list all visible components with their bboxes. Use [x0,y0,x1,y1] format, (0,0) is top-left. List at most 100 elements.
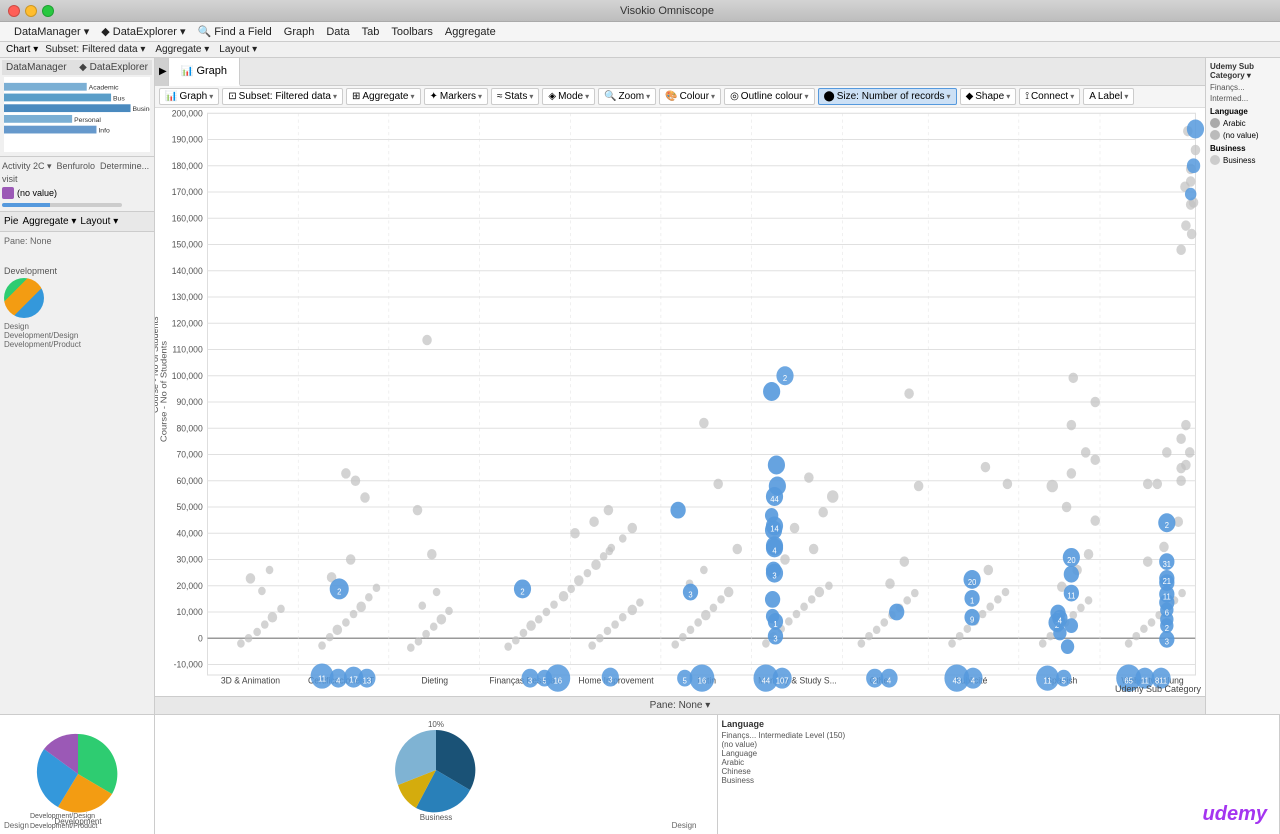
expand-icon[interactable]: ▶ [155,58,169,86]
legend-title: Udemy Sub Category ▾ [1210,62,1276,80]
sidebar-top-section: DataManager ◆ DataExplorer Academic Bus … [0,58,154,157]
legend-sublabel: Finançs... [1210,83,1276,92]
aggregate-btn[interactable]: ⊞ Aggregate ▾ [346,88,421,105]
main-layout: DataManager ◆ DataExplorer Academic Bus … [0,58,1280,714]
right-legend-panel: Udemy Sub Category ▾ Finançs... Intermed… [1205,58,1280,714]
zoom-btn[interactable]: 🔍 Zoom ▾ [598,88,656,105]
maximize-button[interactable] [42,5,54,17]
pane-none-label: Pane: None [650,700,703,711]
subset-filtered[interactable]: Subset: Filtered data ▾ [42,44,148,55]
svg-text:80,000: 80,000 [176,423,202,433]
menu-graph[interactable]: Graph [278,26,321,38]
legend-item-business: Business [1210,155,1276,165]
layout-label-left[interactable]: Layout ▾ [80,216,118,227]
window-controls [8,5,54,17]
bottom-panel-center: 10% Business Design [155,715,718,834]
svg-text:90,000: 90,000 [176,397,202,407]
svg-text:Personal: Personal [74,117,101,124]
bottom-panels: Development Design Development/Design De… [0,714,1280,834]
pie-label[interactable]: Pie [4,216,18,227]
svg-text:Bus: Bus [113,95,125,102]
svg-text:30,000: 30,000 [176,554,202,564]
svg-text:3D & Animation: 3D & Animation [221,675,280,685]
mode-btn[interactable]: ◈ Mode ▾ [542,88,595,105]
x-axis-title: Udemy Sub Category [1111,682,1205,696]
tab-graph[interactable]: 📊 Graph [169,58,240,86]
aggregate-label[interactable]: Aggregate ▾ [22,216,76,227]
menu-datamanager[interactable]: DataManager ▾ [8,25,95,38]
chart-area: ▶ 📊 Graph 📊 Graph ▾ ⊡ Subset: Filtered d… [155,58,1205,714]
svg-text:120,000: 120,000 [172,318,203,328]
close-button[interactable] [8,5,20,17]
svg-text:40,000: 40,000 [176,528,202,538]
menu-find-field[interactable]: 🔍 Find a Field [192,25,278,38]
udemy-logo: udemy [1203,803,1267,826]
bottom-panel-left: Development Design Development/Design De… [0,715,155,834]
chart-label: Chart ▾ [6,44,38,55]
svg-text:Business: Business [420,813,452,822]
color-swatch-purple [2,187,14,199]
svg-text:-10,000: -10,000 [174,659,203,669]
label-btn[interactable]: A Label ▾ [1083,88,1134,105]
subset-bar: Chart ▾ Subset: Filtered data ▾ Aggregat… [0,42,1280,58]
svg-text:0: 0 [198,633,203,643]
filter-slider[interactable] [2,203,122,207]
subset-btn[interactable]: ⊡ Subset: Filtered data ▾ [222,88,343,105]
aggregate-btn[interactable]: Aggregate ▾ [152,44,212,55]
svg-text:10%: 10% [428,720,444,729]
left-sidebar: DataManager ◆ DataExplorer Academic Bus … [0,58,155,714]
sidebar-header: DataManager ◆ DataExplorer [2,60,152,75]
svg-text:160,000: 160,000 [172,213,203,223]
legend-item-arabic: Arabic [1210,118,1276,128]
markers-btn[interactable]: ✦ Markers ▾ [424,88,489,105]
left-panel-bottom: Pane: None Development Design Developmen… [0,232,154,714]
svg-text:100,000: 100,000 [172,371,203,381]
bottom-panel-right: Language Finançs... Intermediate Level (… [718,715,1280,834]
svg-text:60,000: 60,000 [176,476,202,486]
chart-toolbar: 📊 Graph ▾ ⊡ Subset: Filtered data ▾ ⊞ Ag… [155,86,1205,108]
svg-text:170,000: 170,000 [172,187,203,197]
svg-text:70,000: 70,000 [176,449,202,459]
window-title: Visokio Omniscope [62,5,1272,17]
svg-text:50,000: 50,000 [176,502,202,512]
minimize-button[interactable] [25,5,37,17]
tab-graph-label: Graph [196,65,227,77]
sidebar-filter-section: Activity 2C ▾ Benfurolo Determine... vis… [0,157,154,212]
menu-tab[interactable]: Tab [356,26,386,38]
chart-tab-bar: ▶ 📊 Graph [155,58,1205,86]
menu-dataexplorer[interactable]: ◆ DataExplorer ▾ [95,25,191,38]
stats-btn[interactable]: ≈ Stats ▾ [491,88,539,105]
svg-text:Academic: Academic [89,85,119,92]
mini-bar-chart: Academic Bus Business Personal Info [4,77,150,152]
svg-text:200,000: 200,000 [172,108,203,118]
svg-text:Business: Business [132,106,150,113]
menu-aggregate[interactable]: Aggregate [439,26,502,38]
svg-text:20,000: 20,000 [176,581,202,591]
svg-text:180,000: 180,000 [172,161,203,171]
graph-btn[interactable]: 📊 Graph ▾ [159,88,219,105]
title-bar: Visokio Omniscope [0,0,1280,22]
shape-btn[interactable]: ◆ Shape ▾ [960,88,1017,105]
colour-btn[interactable]: 🎨 Colour ▾ [659,88,721,105]
menu-toolbars[interactable]: Toolbars [385,26,439,38]
menu-bar: DataManager ▾ ◆ DataExplorer ▾ 🔍 Find a … [0,22,1280,42]
svg-text:Course - No of Students: Course - No of Students [159,340,169,442]
outline-colour-btn[interactable]: ◎ Outline colour ▾ [724,88,814,105]
layout-btn[interactable]: Layout ▾ [216,44,260,55]
svg-text:190,000: 190,000 [172,134,203,144]
svg-text:130,000: 130,000 [172,292,203,302]
svg-text:140,000: 140,000 [172,266,203,276]
pie-chart-mini [4,278,44,318]
pane-selector: Pie Aggregate ▾ Layout ▾ [0,212,154,232]
scatter-plot-container: 0 10,000 20,000 30,000 40,000 50,000 60,… [155,108,1205,696]
connect-btn[interactable]: ⟟ Connect ▾ [1019,88,1080,105]
scatter-plot-svg: 0 10,000 20,000 30,000 40,000 50,000 60,… [155,108,1205,696]
svg-text:Dieting: Dieting [421,675,448,685]
svg-text:150,000: 150,000 [172,239,203,249]
svg-text:10,000: 10,000 [176,607,202,617]
menu-data[interactable]: Data [320,26,355,38]
status-bar: Pane: None ▾ [155,696,1205,714]
legend-item-novalue: (no value) [1210,130,1276,140]
svg-text:Info: Info [98,128,110,135]
size-btn[interactable]: ⬤ Size: Number of records ▾ [818,88,957,105]
